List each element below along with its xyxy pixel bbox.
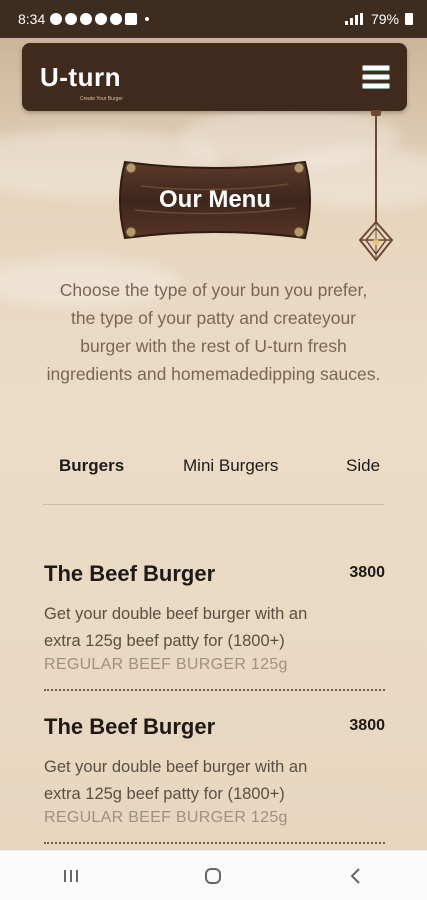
item-name: The Beef Burger <box>44 561 216 586</box>
pendant-lamp-icon <box>358 220 394 262</box>
tab-mini-burgers[interactable]: Mini Burgers <box>183 456 278 476</box>
intro-text: Choose the type of your bun you prefer, … <box>18 276 409 388</box>
logo-tagline: Create Your Burger <box>80 95 123 102</box>
intro-line: Choose the type of your bun you prefer, <box>59 280 368 300</box>
whatsapp-icon <box>50 13 63 25</box>
item-divider <box>44 689 385 691</box>
item-subtitle: REGULAR BEEF BURGER 125g <box>44 656 288 673</box>
hamburger-icon[interactable] <box>363 66 389 88</box>
category-tabs: Burgers Mini Burgers Side <box>42 456 427 506</box>
item-name: The Beef Burger <box>44 714 216 739</box>
page-title: Our Menu <box>159 186 271 213</box>
battery-icon <box>405 13 413 25</box>
facebook-icon <box>65 13 78 25</box>
logo[interactable]: U-turn Create Your Burger <box>40 61 123 102</box>
more-notifications-icon <box>145 17 150 21</box>
recent-apps-icon[interactable] <box>51 856 91 896</box>
lamp-cord <box>375 113 377 223</box>
system-nav-bar <box>0 850 427 900</box>
intro-line: the type of your patty and createyour <box>70 308 357 328</box>
item-price: 3800 <box>349 564 385 581</box>
desc-line: Get your double beef burger with an <box>44 605 308 623</box>
item-price: 3800 <box>349 717 385 734</box>
tab-burgers[interactable]: Burgers <box>59 456 124 476</box>
twitter-icon <box>125 13 138 25</box>
desc-line: extra 125g beef patty for (1800+) <box>44 632 285 650</box>
item-divider <box>44 842 385 844</box>
desc-line: Get your double beef burger with an <box>44 758 308 776</box>
notification-icons <box>50 13 150 25</box>
tabs-divider <box>42 504 384 505</box>
page: U-turn Create Your Burger Our Menu Choos… <box>0 38 427 850</box>
facebook-icon <box>80 13 93 25</box>
desc-line: extra 125g beef patty for (1800+) <box>44 785 285 803</box>
battery-level: 79% <box>370 11 399 27</box>
item-description: Get your double beef burger with an extr… <box>44 601 364 655</box>
play-icon <box>95 13 108 25</box>
intro-line: ingredients and homemadedipping sauces. <box>46 364 381 384</box>
status-bar: 8:34 79% <box>0 0 427 38</box>
logo-text: U-turn <box>40 61 121 92</box>
intro-line: burger with the rest of U-turn fresh <box>80 336 347 356</box>
status-time: 8:34 <box>18 11 46 27</box>
tab-side[interactable]: Side <box>346 456 380 476</box>
item-description: Get your double beef burger with an extr… <box>44 754 364 808</box>
blocked-icon <box>110 13 123 25</box>
item-subtitle: REGULAR BEEF BURGER 125g <box>44 809 288 826</box>
signal-icon <box>344 13 365 25</box>
site-header: U-turn Create Your Burger <box>22 43 407 111</box>
back-icon[interactable] <box>336 856 376 896</box>
menu-title-sign: Our Menu <box>111 158 319 242</box>
home-icon[interactable] <box>193 856 233 896</box>
